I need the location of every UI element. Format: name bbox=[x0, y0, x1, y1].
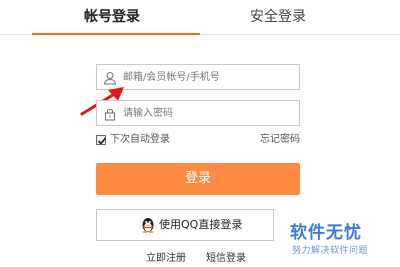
forgot-password-link[interactable]: 忘记密码 bbox=[260, 133, 300, 147]
auto-login-checkbox[interactable] bbox=[96, 135, 107, 145]
checkmark-icon bbox=[97, 137, 107, 145]
login-tabs: 帐号登录 安全登录 bbox=[0, 0, 400, 36]
qq-penguin-icon bbox=[141, 217, 155, 233]
tab-account-login[interactable]: 帐号登录 bbox=[84, 6, 140, 28]
tab-secure-login[interactable]: 安全登录 bbox=[250, 6, 306, 28]
username-input[interactable] bbox=[123, 68, 295, 86]
password-field[interactable] bbox=[96, 100, 300, 126]
sms-login-link[interactable]: 短信登录 bbox=[206, 253, 246, 265]
login-options: 下次自动登录 忘记密码 bbox=[96, 133, 300, 149]
qq-login-label: 使用QQ直接登录 bbox=[159, 218, 243, 231]
qq-login-button[interactable]: 使用QQ直接登录 bbox=[96, 209, 274, 241]
user-icon bbox=[103, 70, 117, 85]
lock-icon bbox=[103, 106, 117, 121]
active-tab-indicator bbox=[32, 33, 200, 35]
watermark-subtitle: 努力解决软件问题 bbox=[292, 246, 369, 256]
register-link[interactable]: 立即注册 bbox=[146, 253, 186, 265]
login-button[interactable]: 登录 bbox=[96, 163, 300, 195]
auto-login-label: 下次自动登录 bbox=[110, 134, 170, 145]
password-input[interactable] bbox=[123, 104, 295, 122]
watermark-title: 软件无忧 bbox=[290, 223, 362, 243]
